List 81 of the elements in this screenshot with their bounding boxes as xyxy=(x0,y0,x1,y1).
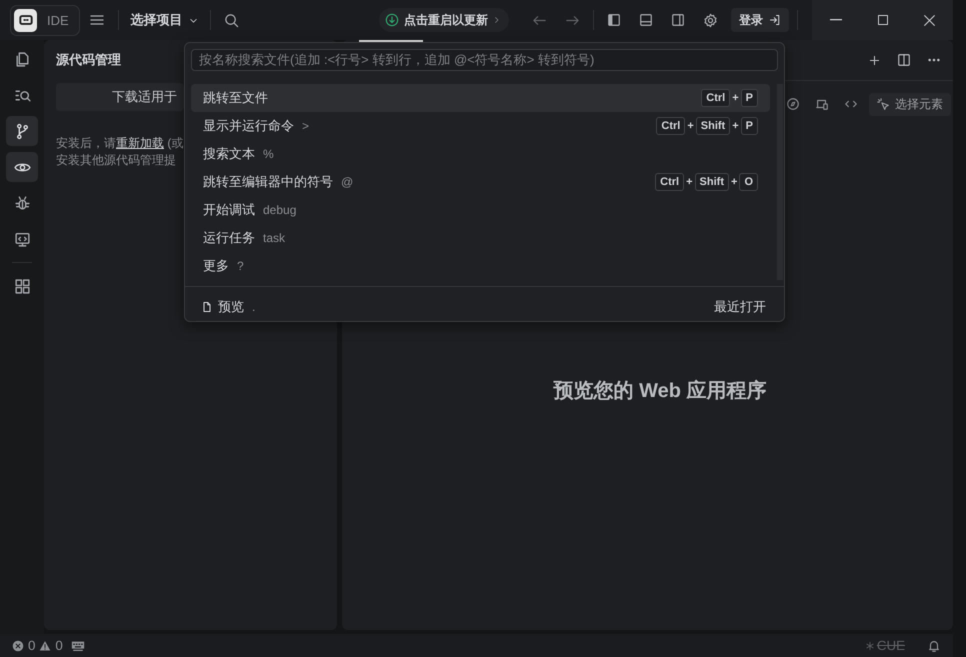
logo-icon xyxy=(18,13,32,27)
right-panel-icon xyxy=(671,13,685,27)
install-note: 安装其他源代码管理提 xyxy=(56,153,176,167)
install-note: 安装后，请 xyxy=(56,136,116,150)
panel-title: 源代码管理 xyxy=(56,51,121,69)
toggle-right-panel-button[interactable] xyxy=(671,13,685,27)
command-prefix: % xyxy=(263,146,274,161)
update-button[interactable]: 点击重启以更新 xyxy=(379,8,509,32)
plus-sign: + xyxy=(732,120,739,132)
command-item[interactable]: 显示并运行命令 > Ctrl + Shift + P xyxy=(191,112,770,140)
download-circle-icon xyxy=(385,13,399,27)
asterisk-icon xyxy=(864,640,875,650)
key-cap: Ctrl xyxy=(656,116,686,135)
recent-label: 最近打开 xyxy=(714,298,766,316)
plus-sign: + xyxy=(687,120,694,132)
settings-button[interactable] xyxy=(703,12,718,28)
toggle-bottom-panel-button[interactable] xyxy=(639,13,653,27)
search-icon xyxy=(224,12,239,28)
command-prefix: debug xyxy=(263,202,296,217)
command-item[interactable]: 跳转至编辑器中的符号 @ Ctrl + Shift + O xyxy=(191,168,770,196)
error-icon xyxy=(12,640,24,652)
toggle-left-panel-button[interactable] xyxy=(607,13,621,27)
plus-sign: + xyxy=(686,176,693,188)
select-element-button[interactable]: 选择元素 xyxy=(869,92,951,116)
command-prefix: . xyxy=(252,300,256,314)
key-cap: P xyxy=(740,88,758,107)
keyboard-button[interactable] xyxy=(70,638,85,652)
preview-placeholder-title: 预览您的 Web 应用程序 xyxy=(554,378,766,404)
plus-icon xyxy=(868,54,880,66)
plus-sign: + xyxy=(732,92,739,104)
close-icon xyxy=(923,14,936,26)
key-cap: P xyxy=(740,116,758,135)
command-item[interactable]: 运行任务 task xyxy=(191,224,770,252)
key-cap: Shift xyxy=(696,116,730,135)
gear-icon xyxy=(703,12,718,28)
active-tab-indicator xyxy=(359,40,423,42)
project-dropdown[interactable]: 选择项目 xyxy=(122,11,206,29)
cursor-click-icon xyxy=(877,98,890,110)
key-cap: O xyxy=(739,172,758,191)
command-prefix: @ xyxy=(341,174,354,189)
key-cap: Shift xyxy=(694,172,729,191)
logo-text: IDE xyxy=(47,12,69,28)
bottom-panel-icon xyxy=(639,13,653,27)
command-prefix: ? xyxy=(237,258,244,273)
login-button[interactable]: 登录 xyxy=(731,8,789,32)
maximize-icon xyxy=(876,14,888,26)
left-panel-icon xyxy=(607,13,621,27)
files-icon xyxy=(14,50,30,68)
key-cap: Ctrl xyxy=(655,172,684,191)
preview-command[interactable]: 预览 xyxy=(201,298,244,316)
monitor-icon xyxy=(14,230,30,248)
ide-logo[interactable]: IDE xyxy=(10,4,80,36)
activity-item[interactable] xyxy=(6,152,38,182)
minimize-icon xyxy=(830,19,842,21)
devices-icon xyxy=(815,97,829,111)
command-item[interactable]: 搜索文本 % xyxy=(191,140,770,168)
problems-button[interactable]: 0 0 xyxy=(12,638,63,653)
install-note: (或 xyxy=(167,136,184,150)
reload-link[interactable]: 重新加载 xyxy=(116,136,164,150)
plus-sign: + xyxy=(731,176,738,188)
command-prefix: task xyxy=(263,230,286,245)
file-icon xyxy=(201,300,213,313)
key-cap: Ctrl xyxy=(701,88,730,107)
command-item[interactable]: 跳转至文件 Ctrl + P xyxy=(191,84,770,112)
file-search-field[interactable]: 按名称搜索文件(追加 :<行号> 转到行，追加 @<符号名称> 转到符号) xyxy=(191,49,778,71)
grid-icon xyxy=(14,278,30,294)
bell-icon xyxy=(927,638,941,652)
warning-icon xyxy=(39,640,52,652)
activity-item[interactable] xyxy=(6,116,38,146)
search-button[interactable] xyxy=(224,12,239,28)
keyboard-icon xyxy=(70,638,85,652)
compass-icon xyxy=(786,97,800,111)
command-prefix: > xyxy=(302,118,310,133)
command-item[interactable]: 更多 ? xyxy=(191,252,770,280)
split-icon xyxy=(897,53,911,67)
sign-in-icon xyxy=(769,14,781,26)
download-button[interactable]: 下载适用于 xyxy=(56,83,184,111)
command-item[interactable]: 开始调试 debug xyxy=(191,196,770,224)
bug-icon xyxy=(14,194,30,212)
chevron-right-icon xyxy=(493,16,501,24)
notifications-button[interactable] xyxy=(927,638,941,652)
